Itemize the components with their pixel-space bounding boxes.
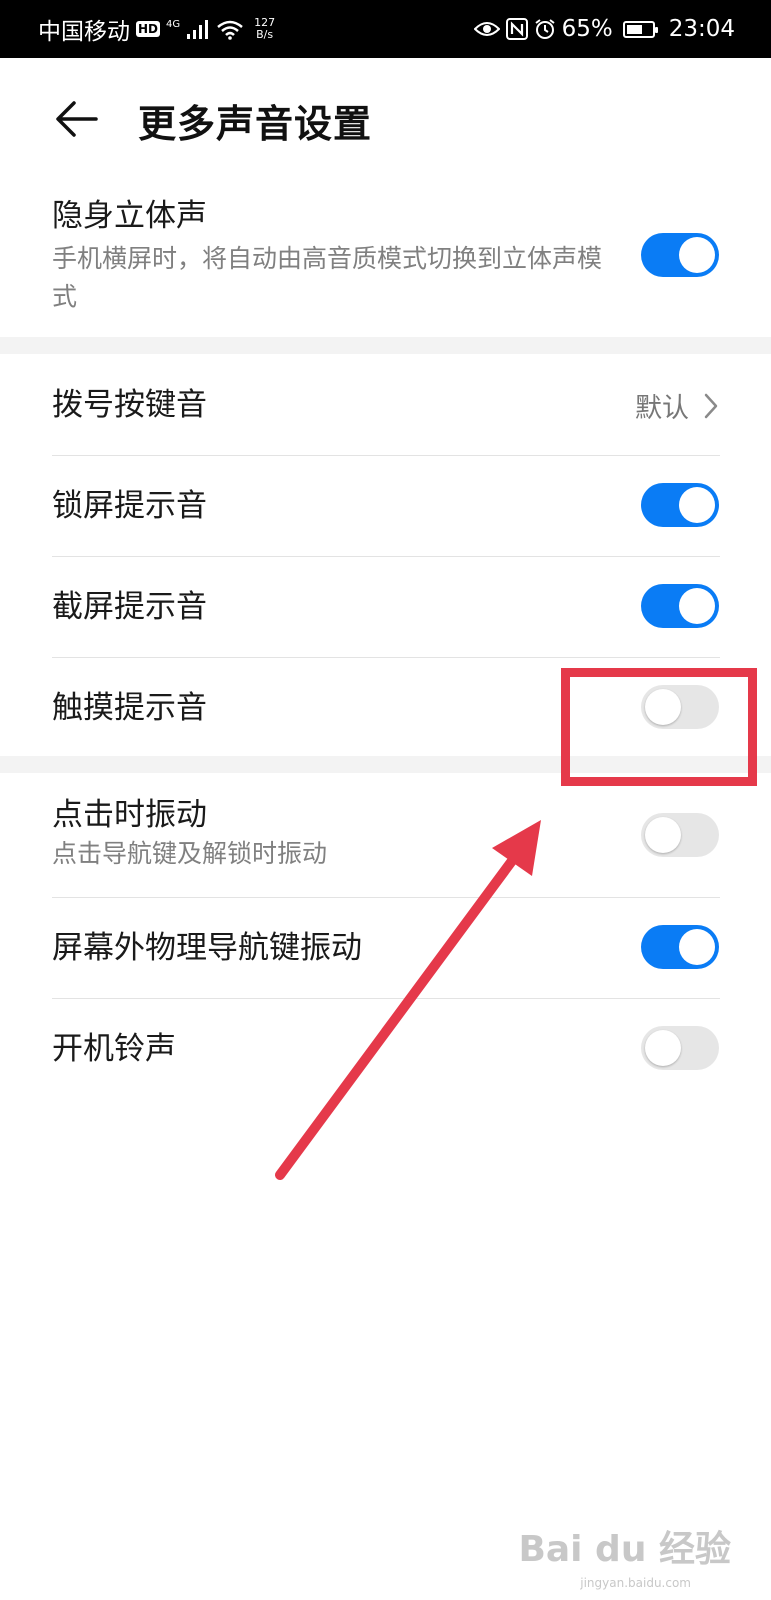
row-divider [52, 556, 720, 557]
hd-badge: HD [136, 21, 161, 37]
setting-label: 开机铃声 [52, 1031, 176, 1067]
alarm-icon [534, 19, 555, 39]
eye-icon [473, 22, 500, 36]
offscreen-nav-vibrate-toggle[interactable] [641, 925, 719, 969]
carrier-name: 中国移动 [38, 19, 130, 45]
status-bar-right: 65% 23:04 [473, 16, 771, 42]
setting-subtitle: 点击导航键及解锁时振动 [52, 839, 328, 868]
section-gap [0, 337, 771, 354]
setting-row-screenshot-tone[interactable]: 截屏提示音 [52, 587, 720, 627]
dial-tone-value[interactable]: 默认 [635, 386, 719, 425]
battery-icon [622, 20, 658, 38]
setting-row-stealth-stereo[interactable]: 隐身立体声 手机横屏时，将自动由高音质模式切换到立体声模式 [52, 196, 720, 316]
status-bar: 中国移动 HD 4G 127 B/s 65% 23:04 [0, 0, 771, 58]
toggle-knob [645, 817, 681, 853]
back-arrow-icon[interactable] [54, 96, 100, 142]
battery-percent: 65% [561, 16, 613, 42]
status-bar-left: 中国移动 HD 4G 127 B/s [38, 12, 275, 46]
page-title: 更多声音设置 [138, 102, 373, 146]
setting-row-vibrate-on-tap[interactable]: 点击时振动 点击导航键及解锁时振动 [52, 795, 720, 873]
toggle-knob [679, 237, 715, 273]
vibrate-on-tap-toggle[interactable] [641, 813, 719, 857]
toggle-knob [679, 588, 715, 624]
setting-label: 点击时振动 [52, 797, 207, 833]
lock-screen-tone-toggle[interactable] [641, 483, 719, 527]
setting-label: 锁屏提示音 [52, 488, 207, 524]
watermark-text: Bai du 经验 [518, 1529, 731, 1570]
watermark-sub: jingyan.baidu.com [580, 1576, 691, 1590]
row-divider [52, 455, 720, 456]
boot-ringtone-toggle[interactable] [641, 1026, 719, 1070]
setting-subtitle: 手机横屏时，将自动由高音质模式切换到立体声模式 [52, 244, 603, 311]
chevron-right-icon [704, 393, 718, 418]
setting-row-boot-ringtone[interactable]: 开机铃声 [52, 1029, 720, 1069]
wifi-icon [217, 20, 243, 40]
status-time: 23:04 [668, 16, 735, 42]
row-divider [52, 998, 720, 999]
network-speed-unit: B/s [256, 28, 274, 41]
setting-row-dial-tone[interactable]: 拨号按键音 [52, 385, 720, 425]
setting-row-lock-screen-tone[interactable]: 锁屏提示音 [52, 486, 720, 526]
nfc-icon [505, 18, 528, 40]
battery-fill [626, 24, 643, 34]
toggle-knob [645, 1030, 681, 1066]
annotation-highlight-box [561, 668, 757, 786]
stealth-stereo-toggle[interactable] [641, 233, 719, 277]
toggle-knob [679, 487, 715, 523]
setting-label: 隐身立体声 [52, 198, 207, 234]
page-header: 更多声音设置 [0, 58, 771, 178]
row-divider [52, 657, 720, 658]
toggle-knob [679, 929, 715, 965]
dial-tone-value-text: 默认 [635, 393, 689, 424]
network-speed: 127 B/s [254, 17, 275, 41]
setting-label: 屏幕外物理导航键振动 [52, 930, 362, 966]
network-type: 4G [166, 19, 181, 30]
row-divider [52, 897, 720, 898]
signal-icon [187, 20, 209, 39]
setting-row-offscreen-nav-vibrate[interactable]: 屏幕外物理导航键振动 [52, 928, 720, 968]
setting-label: 截屏提示音 [52, 589, 207, 625]
baidu-watermark: Bai du 经验 jingyan.baidu.com [518, 1520, 731, 1590]
setting-label: 拨号按键音 [52, 387, 207, 423]
screenshot-tone-toggle[interactable] [641, 584, 719, 628]
